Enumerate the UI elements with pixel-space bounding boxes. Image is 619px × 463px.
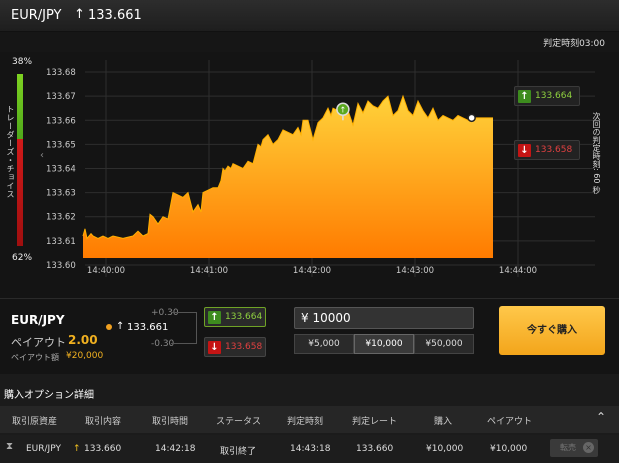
amount-input[interactable]: ¥ 10000 [294,307,474,329]
y-tick-label: 133.68 [46,68,76,78]
y-tick-label: 133.63 [46,189,76,199]
call-percent: 38% [12,57,33,67]
price-dot-icon [106,324,112,330]
details-title: 購入オプション詳細 [4,390,94,401]
up-arrow-icon: ↑ [74,7,85,22]
row-purchase: ¥10,000 [426,444,464,454]
row-payout: ¥10,000 [490,444,528,454]
up-arrow-icon: ↑ [518,90,531,103]
y-tick-label: 133.60 [46,261,76,271]
judge-time-bar: 判定時刻03:00 [0,32,619,52]
row-asset: EUR/JPY [26,444,61,454]
title-price: 133.661 [88,8,142,23]
call-value: 133.664 [225,312,263,322]
x-tick-label: 14:40:00 [87,266,125,276]
y-axis-labels: 133.68 133.67 133.66 133.65 133.64 133.63 133.… [46,68,76,271]
panel-price: 133.661 [127,322,169,333]
x-tick-label: 14:44:00 [499,266,537,276]
hourglass-icon: ⧗ [6,441,14,452]
y-tick-label: 133.65 [46,140,76,150]
y-tick-label: 133.64 [46,165,76,175]
y-tick-label: 133.67 [46,92,76,102]
down-arrow-icon: ↓ [518,144,531,157]
next-judge-label: 次回の判定時刻: 60 秒 [592,112,601,194]
put-value: 133.658 [225,342,263,352]
row-judge-rate: 133.660 [356,444,394,454]
put-value: 133.658 [535,145,573,155]
x-tick-label: 14:41:00 [190,266,228,276]
panel-pair: EUR/JPY [11,313,65,327]
call-button-side[interactable]: ↑ 133.664 [514,86,580,106]
row-time: 14:42:18 [155,444,196,454]
row-status: 取引終了 [220,447,257,457]
put-button-side[interactable]: ↓ 133.658 [514,140,580,160]
col-purchase: 購入 [434,417,453,427]
col-judge-time: 判定時刻 [287,417,324,427]
details-header: 購入オプション詳細 [0,374,619,406]
expand-collapse-icon[interactable]: ⌃ [596,410,606,424]
amount-option-50000[interactable]: ¥50,000 [414,334,474,354]
up-arrow-icon: ↑ [340,105,347,114]
up-arrow-icon: ↑ [116,321,125,332]
up-arrow-icon: ↑ [73,444,81,454]
judge-time-label: 判定時刻03:00 [543,39,605,49]
title-pair: EUR/JPY [11,8,62,23]
table-row: EUR/JPY ↑ 133.660 14:42:18 取引終了 14:43:18… [0,435,619,463]
x-tick-label: 14:43:00 [396,266,434,276]
payout-label: ペイアウト [11,336,66,349]
row-content: 133.660 [84,444,122,454]
traders-choice-label: トレーダーズ・チョイス [6,105,15,199]
traders-choice-bar [17,74,23,246]
buy-now-button[interactable]: 今すぐ購入 [499,306,605,355]
col-content: 取引内容 [85,417,122,427]
put-button[interactable]: ↓ 133.658 [204,337,266,357]
y-tick-label: 133.66 [46,116,76,126]
y-tick-label: 133.61 [46,237,76,247]
close-icon[interactable]: × [583,442,594,453]
col-time: 取引時間 [152,417,189,427]
traders-choice-put-fill [17,139,23,246]
details-table-header: 取引原資産 取引内容 取引時間 ステータス 判定時刻 判定レート 購入 ペイアウ… [0,406,619,433]
current-price-dot [467,113,476,123]
row-judge-time: 14:43:18 [290,444,331,454]
up-arrow-icon: ↑ [208,311,221,324]
amount-option-5000[interactable]: ¥5,000 [294,334,354,354]
put-percent: 62% [12,253,33,263]
col-judge-rate: 判定レート [352,417,398,427]
col-asset: 取引原資産 [12,417,58,427]
payout-amount-label: ペイアウト額 [11,353,59,362]
call-button[interactable]: ↑ 133.664 [204,307,266,327]
y-tick-label: 133.62 [46,213,76,223]
x-tick-label: 14:42:00 [293,266,331,276]
traders-choice-call-fill [17,74,23,140]
payout-amount: ¥20,000 [66,351,104,361]
x-axis-labels: 14:40:00 14:41:00 14:42:00 14:43:00 14:44:00 [87,266,537,276]
down-arrow-icon: ↓ [208,341,221,354]
col-payout: ペイアウト [487,417,533,427]
amount-option-10000[interactable]: ¥10,000 [354,334,414,354]
range-bracket [171,312,197,344]
call-value: 133.664 [535,91,573,101]
col-status: ステータス [216,417,262,427]
title-bar: EUR/JPY ↑ 133.661 [0,0,619,32]
payout-value: 2.00 [68,333,98,347]
